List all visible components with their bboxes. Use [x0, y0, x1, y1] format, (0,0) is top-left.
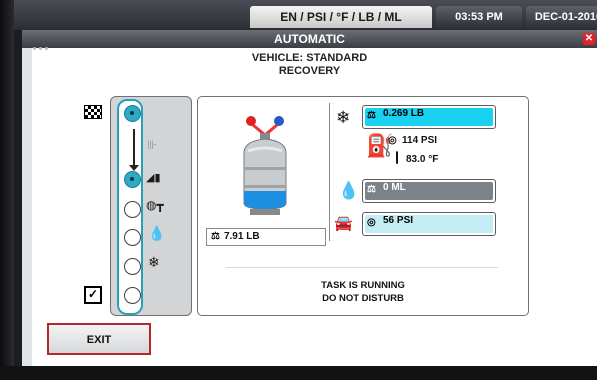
- units-tab[interactable]: EN / PSI / °F / LB / ML: [250, 6, 432, 28]
- exit-button[interactable]: EXIT: [47, 323, 151, 355]
- car-icon: 🚘: [334, 215, 353, 232]
- tank-weight: ⚖ 7.91 LB: [206, 228, 326, 246]
- vehicle-pressure-readout: ◎ 56 PSI: [362, 212, 496, 236]
- snowflake-icon: ❄: [148, 254, 160, 270]
- date-display: DEC-01-2016: [526, 6, 597, 28]
- automatic-window: AUTOMATIC ✕ VEHICLE: STANDARD RECOVERY ✓…: [22, 30, 597, 375]
- temperature-value: 83.0 °F: [406, 154, 439, 165]
- page-heading: VEHICLE: STANDARD RECOVERY: [22, 52, 597, 78]
- window-left-strip: [22, 48, 32, 375]
- step-recovery: [124, 105, 141, 122]
- mode-label: RECOVERY: [278, 65, 341, 77]
- refrigerant-readout: ⚖ 0.269 LB: [362, 105, 496, 129]
- vacuum-icon: ◢▮: [146, 172, 161, 184]
- checkered-flag-icon: [84, 105, 102, 119]
- refrigerant-value: 0.269 LB: [383, 108, 425, 119]
- status-divider: [226, 267, 498, 268]
- oil-drop-icon: 💧: [338, 181, 360, 200]
- vehicle-label: VEHICLE: STANDARD: [251, 52, 368, 64]
- window-title: AUTOMATIC: [274, 32, 345, 46]
- checkbox-icon: ✓: [84, 286, 102, 304]
- oil-value: 0 ML: [383, 182, 406, 193]
- progress-rail: [117, 99, 143, 315]
- main-panel: ⚖ 7.91 LB ❄ ⚖ 0.269 LB ⛽ ◎ 114 PSI ┃ 83.0…: [197, 96, 529, 316]
- recovery-pump-icon: ⊪: [147, 138, 158, 152]
- device-bezel-left: [0, 0, 14, 380]
- step-leak-test: [124, 201, 141, 218]
- scale-icon: ⚖: [367, 110, 376, 121]
- tank-icon: [243, 116, 287, 215]
- tank-weight-value: 7.91 LB: [223, 231, 260, 242]
- steps-panel: ⊪ ◢▮ ◍┳ 💧 ❄: [110, 96, 192, 316]
- oil-drop-icon: 💧: [148, 225, 166, 241]
- close-icon[interactable]: ✕: [583, 33, 595, 45]
- vehicle-pressure-value: 56 PSI: [383, 215, 414, 226]
- thermometer-icon: ┃: [394, 153, 401, 164]
- task-status-line1: TASK IS RUNNING: [321, 280, 405, 291]
- task-status: TASK IS RUNNING DO NOT DISTURB: [198, 279, 528, 305]
- step-charge: [124, 258, 141, 275]
- snowflake-icon: ❄: [336, 108, 351, 127]
- leak-test-icon: ◍┳: [146, 198, 164, 212]
- status-bar: EN / PSI / °F / LB / ML 03:53 PM DEC-01-…: [14, 0, 597, 30]
- time-display: 03:53 PM: [436, 6, 522, 28]
- step-oil-inject: [124, 229, 141, 246]
- gauge-icon: ◎: [367, 217, 376, 228]
- pressure-value: 114 PSI: [402, 135, 438, 146]
- window-titlebar: AUTOMATIC ✕: [22, 30, 597, 50]
- weight-icon: ⚖: [211, 231, 220, 242]
- step-complete: [124, 287, 141, 304]
- progress-arrow-line: [133, 129, 135, 169]
- step-vacuum: [124, 171, 141, 188]
- pressure-icon: ◎: [388, 135, 397, 146]
- task-status-line2: DO NOT DISTURB: [322, 293, 404, 304]
- panel-divider: [329, 103, 330, 241]
- scale-icon: ⚖: [367, 184, 376, 195]
- oil-readout: ⚖ 0 ML: [362, 179, 496, 203]
- titlebar-dots-icon: [32, 37, 52, 50]
- device-bezel-bottom: [0, 366, 597, 380]
